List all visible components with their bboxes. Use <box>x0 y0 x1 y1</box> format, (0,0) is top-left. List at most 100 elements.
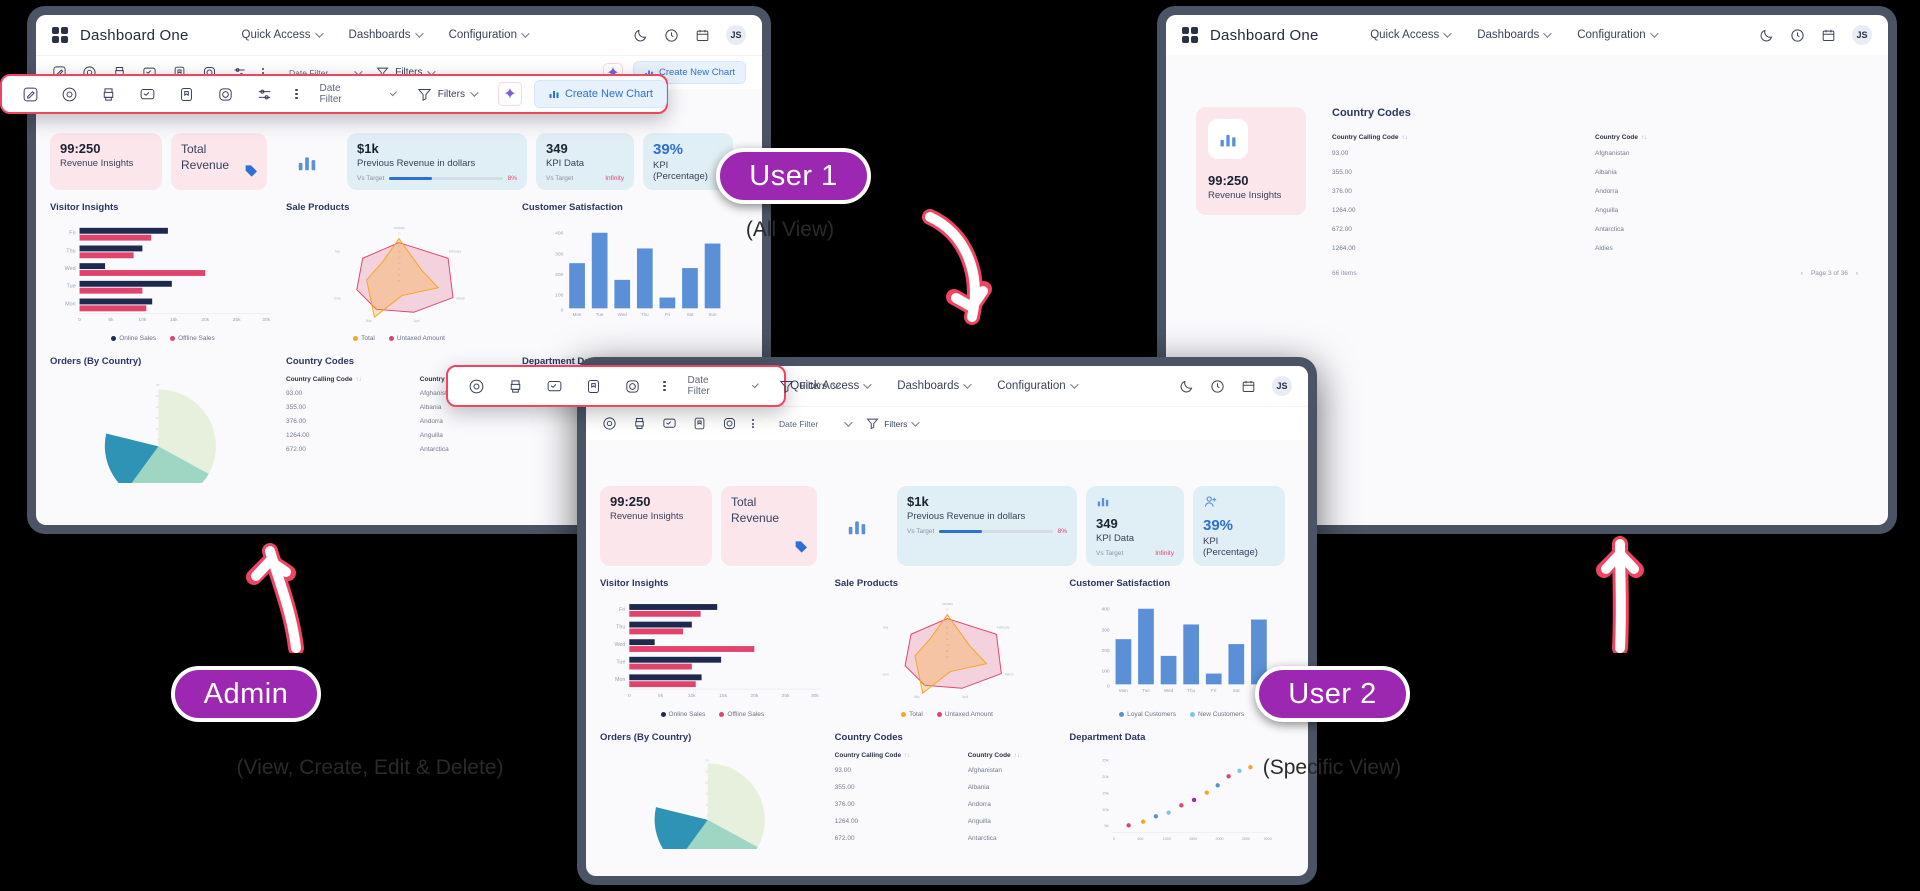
target-icon[interactable] <box>61 86 78 103</box>
legend-item: Online Sales <box>111 335 156 342</box>
target-icon[interactable] <box>602 416 617 431</box>
date-filter-select[interactable]: Date Filter <box>779 417 853 429</box>
table-row[interactable]: 355.00 Albania <box>1332 163 1858 182</box>
coin-icon[interactable] <box>722 416 737 431</box>
col-country-calling-code[interactable]: Country Calling Code ↑↓ <box>286 373 420 386</box>
filters-button[interactable]: Filters <box>865 416 921 431</box>
clock-icon[interactable] <box>664 28 679 43</box>
kpi-card-kpi-data[interactable]: 349 KPI Data Vs Target Infinity <box>536 133 634 190</box>
nav-dashboards[interactable]: Dashboards <box>1477 29 1552 41</box>
nav-dashboards[interactable]: Dashboards <box>897 380 972 392</box>
avatar[interactable]: JS <box>1851 25 1872 45</box>
table-row[interactable]: 672.00 Antarctica <box>1332 220 1858 239</box>
nav-configuration[interactable]: Configuration <box>997 380 1079 392</box>
table-row[interactable]: 355.00 Albania <box>835 779 1060 796</box>
chevron-down-icon <box>844 417 853 427</box>
table-row[interactable]: 1264.00 Anguilla <box>1332 201 1858 220</box>
calendar-icon[interactable] <box>1821 28 1836 43</box>
sparkle-icon[interactable]: ✦ <box>497 82 522 106</box>
nav-quick-access[interactable]: Quick Access <box>1370 29 1452 41</box>
table-row[interactable]: 93.00 Afghanistan <box>835 762 1060 779</box>
svg-text:Tue: Tue <box>596 312 604 317</box>
target-icon[interactable] <box>468 378 485 395</box>
kpi-card-revenue-insights[interactable]: 99:250 Revenue Insights <box>1196 107 1306 215</box>
message-icon[interactable] <box>662 416 677 431</box>
table-row[interactable]: 1264.00 Aldies <box>1332 239 1858 258</box>
table-row[interactable]: 1264.00 Anguilla <box>286 428 512 442</box>
edit-icon[interactable] <box>22 86 39 103</box>
moon-icon[interactable] <box>1759 28 1774 43</box>
print-icon[interactable] <box>100 86 117 103</box>
clock-icon[interactable] <box>1790 28 1805 43</box>
svg-text:400: 400 <box>1102 607 1110 613</box>
table-row[interactable]: 376.00 Andorra <box>1332 182 1858 201</box>
kpi-card-revenue-insights[interactable]: 99:250 Revenue Insights <box>50 133 162 190</box>
date-filter-select[interactable]: Date Filter <box>688 375 759 397</box>
chevron-down-icon <box>1649 29 1659 38</box>
filters-button[interactable]: Filters <box>416 86 479 103</box>
message-icon[interactable] <box>546 378 563 395</box>
svg-text:Sat: Sat <box>687 312 695 317</box>
table-row[interactable]: 672.00 Antarctica <box>286 442 512 456</box>
svg-text:15k: 15k <box>1102 790 1108 795</box>
kpi-card-chart-thumb[interactable] <box>826 486 888 566</box>
grid-menu-icon[interactable] <box>52 27 68 43</box>
coin-icon[interactable] <box>624 378 641 395</box>
country-codes-tbody: 93.00 Afghanistan 355.00 Albania 376.00 And… <box>835 762 1060 847</box>
table-row[interactable]: 93.00 Afghanistan <box>1332 144 1858 163</box>
table-row[interactable]: 376.00 Andorra <box>835 796 1060 813</box>
svg-text:300: 300 <box>555 251 563 257</box>
kpi-card-previous-revenue[interactable]: $1k Previous Revenue in dollars Vs Targe… <box>347 133 527 190</box>
print-icon[interactable] <box>632 416 647 431</box>
kpi-card-previous-revenue[interactable]: $1k Previous Revenue in dollars Vs Targe… <box>897 486 1077 566</box>
date-filter-select[interactable]: Date Filter <box>320 83 397 105</box>
chevron-down-icon <box>414 29 424 38</box>
table-row[interactable]: 672.00 Antarctica <box>835 830 1060 847</box>
kpi-card-total-revenue[interactable]: Total Revenue <box>171 133 267 190</box>
kpi-card-total-revenue[interactable]: Total Revenue <box>721 486 817 566</box>
message-icon[interactable] <box>139 86 156 103</box>
grid-menu-icon[interactable] <box>1182 27 1198 43</box>
bookmark-icon[interactable] <box>585 378 602 395</box>
coin-icon[interactable] <box>217 86 234 103</box>
nav-quick-access[interactable]: Quick Access <box>242 29 324 41</box>
col-country-code[interactable]: Country Code↑↓ <box>968 749 1060 762</box>
clock-icon[interactable] <box>1210 379 1225 394</box>
avatar[interactable]: JS <box>725 25 746 45</box>
col-country-code[interactable]: Country Code↑↓ <box>1595 131 1858 144</box>
kpi-card-revenue-insights[interactable]: 99:250 Revenue Insights <box>600 486 712 566</box>
avatar[interactable]: JS <box>1271 376 1292 396</box>
calendar-icon[interactable] <box>1241 379 1256 394</box>
kpi-card-chart-thumb[interactable] <box>276 133 338 190</box>
nav-configuration[interactable]: Configuration <box>449 29 530 41</box>
sliders-icon[interactable] <box>256 86 273 103</box>
more-icon[interactable] <box>752 419 754 428</box>
col-country-calling-code[interactable]: Country Calling Code ↑↓ <box>1332 131 1595 144</box>
nav-dashboards[interactable]: Dashboards <box>349 29 424 41</box>
table-row[interactable]: 376.00 Andorra <box>286 414 512 428</box>
user2-chart-row-1: Visitor Insights Fri Thu Wed Tue Mon 0 5… <box>586 570 1308 718</box>
bookmark-icon[interactable] <box>178 86 195 103</box>
moon-icon[interactable] <box>1179 379 1194 394</box>
user1-top-icons: JS <box>1759 25 1872 45</box>
calendar-icon[interactable] <box>695 28 710 43</box>
table-footer: 66 items ‹ Page 3 of 36 › <box>1332 270 1858 277</box>
kpi-card-kpi-data[interactable]: 349 KPI Data Vs Target Infinity <box>1086 486 1184 566</box>
pagination: ‹ Page 3 of 36 › <box>1801 270 1858 277</box>
legend-item: Total <box>901 711 923 718</box>
filters-button[interactable]: Filters <box>778 378 841 395</box>
create-new-chart-button[interactable]: Create New Chart <box>533 80 667 108</box>
col-country-calling-code[interactable]: Country Calling Code ↑↓ <box>835 749 968 762</box>
next-page-button[interactable]: › <box>1856 270 1858 277</box>
svg-text:Thu: Thu <box>641 312 649 317</box>
kpi-card-kpi-percentage[interactable]: 39% KPI (Percentage) <box>1193 486 1285 566</box>
more-icon[interactable] <box>295 88 298 100</box>
legend-item: Untaxed Amount <box>936 711 993 718</box>
print-icon[interactable] <box>507 378 524 395</box>
nav-configuration[interactable]: Configuration <box>1577 29 1659 41</box>
bookmark-icon[interactable] <box>692 416 707 431</box>
table-row[interactable]: 1264.00 Anguilla <box>835 813 1060 830</box>
more-icon[interactable] <box>663 380 666 392</box>
prev-page-button[interactable]: ‹ <box>1801 270 1803 277</box>
moon-icon[interactable] <box>633 28 648 43</box>
